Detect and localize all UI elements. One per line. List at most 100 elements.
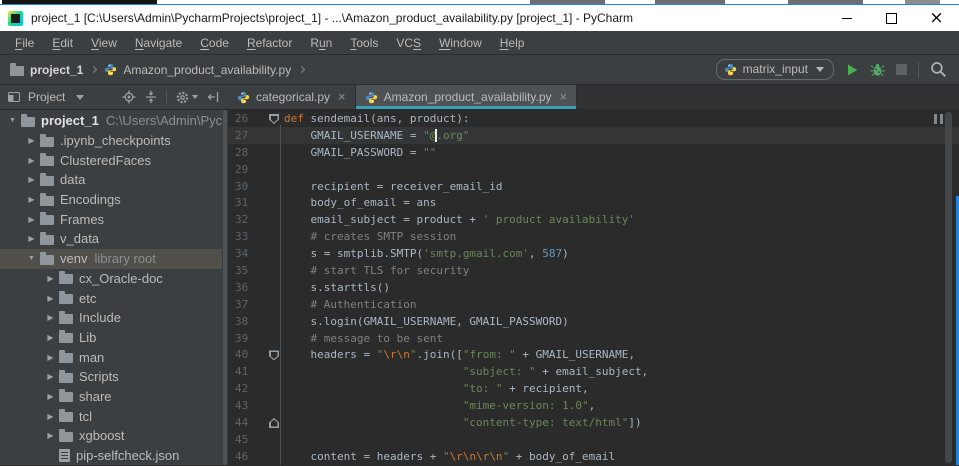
line-number[interactable]: 35 bbox=[228, 264, 266, 277]
code-line-36[interactable]: 36 s.starttls() bbox=[228, 279, 959, 296]
tree-expand-arrow-icon[interactable]: ▶ bbox=[42, 313, 59, 322]
code-line-32[interactable]: 32 email_subject = product + ' product a… bbox=[228, 211, 959, 228]
code-line-31[interactable]: 31 body_of_email = ans bbox=[228, 194, 959, 211]
tree-item-Include[interactable]: ▶ Include bbox=[0, 308, 222, 328]
line-number[interactable]: 34 bbox=[228, 247, 266, 260]
tab-Amazon_product_availability.py[interactable]: Amazon_product_availability.py × bbox=[355, 85, 578, 109]
menu-file[interactable]: File bbox=[6, 36, 43, 50]
menu-tools[interactable]: Tools bbox=[341, 36, 387, 50]
tree-expand-arrow-icon[interactable]: ▶ bbox=[23, 156, 40, 165]
line-number[interactable]: 38 bbox=[228, 315, 266, 328]
tree-expand-arrow-icon[interactable]: ▶ bbox=[23, 175, 40, 184]
tree-expand-arrow-icon[interactable]: ▶ bbox=[42, 372, 59, 381]
tree-expand-arrow-icon[interactable]: ▶ bbox=[23, 136, 40, 145]
menu-edit[interactable]: Edit bbox=[43, 36, 82, 50]
code-line-39[interactable]: 39 # message to be sent bbox=[228, 330, 959, 347]
code-line-41[interactable]: 41 "subject: " + email_subject, bbox=[228, 363, 959, 380]
locate-icon[interactable] bbox=[122, 90, 136, 104]
editor-scrollbar[interactable] bbox=[945, 112, 952, 463]
line-number[interactable]: 28 bbox=[228, 146, 266, 159]
run-button[interactable] bbox=[845, 63, 859, 77]
tree-expand-arrow-icon[interactable]: ▶ bbox=[23, 215, 40, 224]
run-configuration-select[interactable]: matrix_input bbox=[715, 59, 834, 80]
tree-item-Encodings[interactable]: ▶ Encodings bbox=[0, 190, 222, 210]
tree-expand-arrow-icon[interactable]: ▶ bbox=[42, 274, 59, 283]
tree-item-share[interactable]: ▶ share bbox=[0, 387, 222, 407]
tree-item-man[interactable]: ▶ man bbox=[0, 347, 222, 367]
code-line-42[interactable]: 42 "to: " + recipient, bbox=[228, 380, 959, 397]
code-line-40[interactable]: 40 headers = "\r\n".join(["from: " + GMA… bbox=[228, 346, 959, 363]
code-line-29[interactable]: 29 bbox=[228, 161, 959, 178]
breadcrumb-project[interactable]: project_1 bbox=[30, 63, 83, 77]
menu-run[interactable]: Run bbox=[301, 36, 341, 50]
tree-item-v_data[interactable]: ▶ v_data bbox=[0, 229, 222, 249]
editor[interactable]: 26 def sendemail(ans, product): 27 GMAIL_U… bbox=[228, 110, 959, 465]
stop-button[interactable] bbox=[896, 64, 907, 75]
line-number[interactable]: 29 bbox=[228, 163, 266, 176]
tree-item-data[interactable]: ▶ data bbox=[0, 170, 222, 190]
code-line-37[interactable]: 37 # Authentication bbox=[228, 296, 959, 313]
line-number[interactable]: 42 bbox=[228, 382, 266, 395]
code-line-38[interactable]: 38 s.login(GMAIL_USERNAME, GMAIL_PASSWOR… bbox=[228, 313, 959, 330]
settings-gear-icon[interactable] bbox=[175, 90, 198, 105]
line-number[interactable]: 36 bbox=[228, 281, 266, 294]
fold-marker-icon[interactable] bbox=[269, 418, 279, 428]
project-panel-title[interactable]: Project bbox=[28, 90, 65, 104]
tree-expand-arrow-icon[interactable]: ▼ bbox=[23, 255, 40, 262]
fold-marker-icon[interactable] bbox=[269, 114, 279, 124]
code-line-35[interactable]: 35 # start TLS for security bbox=[228, 262, 959, 279]
tree-item-xgboost[interactable]: ▶ xgboost bbox=[0, 426, 222, 446]
fold-marker-icon[interactable] bbox=[269, 350, 279, 360]
line-number[interactable]: 43 bbox=[228, 399, 266, 412]
tree-expand-arrow-icon[interactable]: ▼ bbox=[4, 117, 21, 124]
tree-expand-arrow-icon[interactable]: ▶ bbox=[42, 412, 59, 421]
line-number[interactable]: 31 bbox=[228, 196, 266, 209]
line-number[interactable]: 26 bbox=[228, 112, 266, 125]
tree-item-project_1[interactable]: ▼ project_1 C:\Users\Admin\Pychar bbox=[0, 111, 222, 131]
tree-item-Lib[interactable]: ▶ Lib bbox=[0, 328, 222, 348]
tree-item-.ipynb_checkpoints[interactable]: ▶ .ipynb_checkpoints bbox=[0, 131, 222, 151]
tree-expand-arrow-icon[interactable]: ▶ bbox=[42, 353, 59, 362]
search-everywhere-icon[interactable] bbox=[930, 61, 947, 78]
menu-view[interactable]: View bbox=[82, 36, 126, 50]
tree-expand-arrow-icon[interactable]: ▶ bbox=[42, 294, 59, 303]
menu-vcs[interactable]: VCS bbox=[387, 36, 430, 50]
tree-expand-arrow-icon[interactable]: ▶ bbox=[42, 431, 59, 440]
menu-navigate[interactable]: Navigate bbox=[126, 36, 191, 50]
inspection-indicator-icon[interactable] bbox=[934, 114, 943, 124]
line-number[interactable]: 32 bbox=[228, 213, 266, 226]
line-number[interactable]: 33 bbox=[228, 230, 266, 243]
chevron-down-icon[interactable] bbox=[76, 94, 85, 100]
line-number[interactable]: 46 bbox=[228, 450, 266, 463]
code-line-30[interactable]: 30 recipient = receiver_email_id bbox=[228, 178, 959, 195]
tab-categorical.py[interactable]: categorical.py × bbox=[228, 85, 356, 109]
debug-button[interactable] bbox=[870, 62, 885, 77]
code-line-45[interactable]: 45 bbox=[228, 431, 959, 448]
tree-item-cx_Oracle-doc[interactable]: ▶ cx_Oracle-doc bbox=[0, 269, 222, 289]
minimize-button[interactable] bbox=[824, 5, 869, 31]
tree-expand-arrow-icon[interactable]: ▶ bbox=[23, 234, 40, 243]
code-line-43[interactable]: 43 "mime-version: 1.0", bbox=[228, 397, 959, 414]
code-line-46[interactable]: 46 content = headers + "\r\n\r\n" + body… bbox=[228, 448, 959, 465]
breadcrumb-file[interactable]: Amazon_product_availability.py bbox=[123, 63, 291, 77]
tree-item-tcl[interactable]: ▶ tcl bbox=[0, 406, 222, 426]
line-number[interactable]: 27 bbox=[228, 129, 266, 142]
tree-item-venv[interactable]: ▼ venv library root bbox=[0, 248, 222, 269]
line-number[interactable]: 45 bbox=[228, 433, 266, 446]
tree-item-ClusteredFaces[interactable]: ▶ ClusteredFaces bbox=[0, 150, 222, 170]
code-line-26[interactable]: 26 def sendemail(ans, product): bbox=[228, 110, 959, 127]
maximize-button[interactable] bbox=[869, 5, 914, 31]
line-number[interactable]: 40 bbox=[228, 348, 266, 361]
code-line-44[interactable]: 44 "content-type: text/html"]) bbox=[228, 414, 959, 431]
code-line-27[interactable]: 27 GMAIL_USERNAME = "@.org" bbox=[228, 126, 959, 144]
tree-expand-arrow-icon[interactable]: ▶ bbox=[23, 195, 40, 204]
line-number[interactable]: 37 bbox=[228, 298, 266, 311]
close-button[interactable] bbox=[914, 5, 959, 31]
close-tab-icon[interactable]: × bbox=[560, 90, 568, 103]
menu-help[interactable]: Help bbox=[491, 36, 534, 50]
menu-code[interactable]: Code bbox=[191, 36, 238, 50]
tree-expand-arrow-icon[interactable]: ▶ bbox=[42, 392, 59, 401]
menu-refactor[interactable]: Refactor bbox=[238, 36, 301, 50]
code-line-34[interactable]: 34 s = smtplib.SMTP('smtp.gmail.com', 58… bbox=[228, 245, 959, 262]
hide-panel-icon[interactable] bbox=[206, 90, 220, 104]
